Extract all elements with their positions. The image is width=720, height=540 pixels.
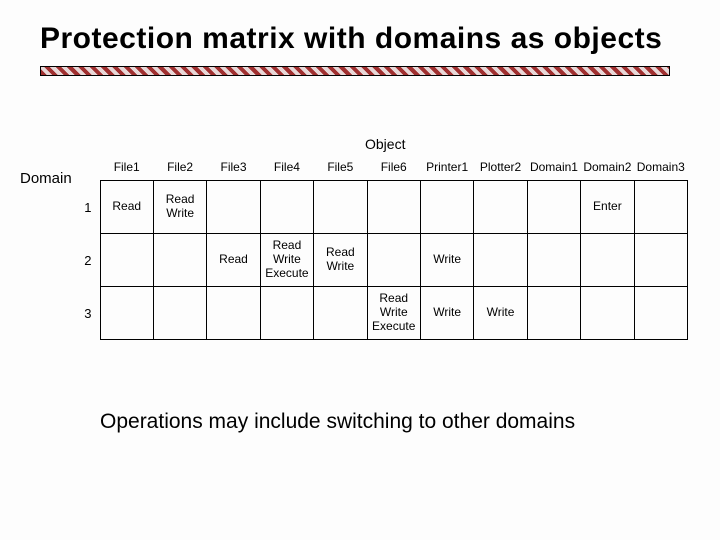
cell-1-file3 [207,181,260,234]
table-row: 2 Read ReadWriteExecute ReadWrite Write [72,234,688,287]
cell-2-printer1: Write [420,234,473,287]
slide: Protection matrix with domains as object… [0,0,720,540]
object-axis-label: Object [365,136,405,152]
col-file6: File6 [367,156,420,181]
col-domain2: Domain2 [581,156,634,181]
table-row: 1 Read ReadWrite Enter [72,181,688,234]
cell-2-plotter2 [474,234,527,287]
column-header-row: File1 File2 File3 File4 File5 File6 Prin… [72,156,688,181]
col-domain1: Domain1 [527,156,580,181]
cell-1-domain3 [634,181,687,234]
cell-2-file4: ReadWriteExecute [260,234,313,287]
caption-text: Operations may include switching to othe… [100,410,680,434]
col-file5: File5 [314,156,367,181]
cell-3-domain3 [634,287,687,340]
cell-3-file5 [314,287,367,340]
cell-3-plotter2: Write [474,287,527,340]
cell-2-file5: ReadWrite [314,234,367,287]
matrix-table: File1 File2 File3 File4 File5 File6 Prin… [72,156,688,340]
cell-3-domain2 [581,287,634,340]
row-label-2: 2 [72,234,100,287]
col-file3: File3 [207,156,260,181]
cell-1-domain2: Enter [581,181,634,234]
protection-matrix: File1 File2 File3 File4 File5 File6 Prin… [72,156,688,340]
cell-2-domain1 [527,234,580,287]
cell-3-file2 [153,287,206,340]
col-file1: File1 [100,156,153,181]
cell-1-file1: Read [100,181,153,234]
col-file4: File4 [260,156,313,181]
cell-3-file3 [207,287,260,340]
table-row: 3 ReadWriteExecute Write Write [72,287,688,340]
cell-2-file1 [100,234,153,287]
cell-3-file1 [100,287,153,340]
cell-1-domain1 [527,181,580,234]
cell-2-file6 [367,234,420,287]
cell-3-domain1 [527,287,580,340]
page-title: Protection matrix with domains as object… [40,22,700,56]
title-divider [40,66,670,76]
col-domain3: Domain3 [634,156,687,181]
cell-1-plotter2 [474,181,527,234]
row-label-1: 1 [72,181,100,234]
cell-2-file2 [153,234,206,287]
cell-2-file3: Read [207,234,260,287]
cell-2-domain2 [581,234,634,287]
col-printer1: Printer1 [420,156,473,181]
cell-3-file6: ReadWriteExecute [367,287,420,340]
col-plotter2: Plotter2 [474,156,527,181]
cell-2-domain3 [634,234,687,287]
cell-1-printer1 [420,181,473,234]
cell-3-printer1: Write [420,287,473,340]
corner-blank [72,156,100,181]
cell-3-file4 [260,287,313,340]
cell-1-file5 [314,181,367,234]
col-file2: File2 [153,156,206,181]
cell-1-file4 [260,181,313,234]
domain-axis-label: Domain [20,170,72,187]
cell-1-file6 [367,181,420,234]
row-label-3: 3 [72,287,100,340]
cell-1-file2: ReadWrite [153,181,206,234]
